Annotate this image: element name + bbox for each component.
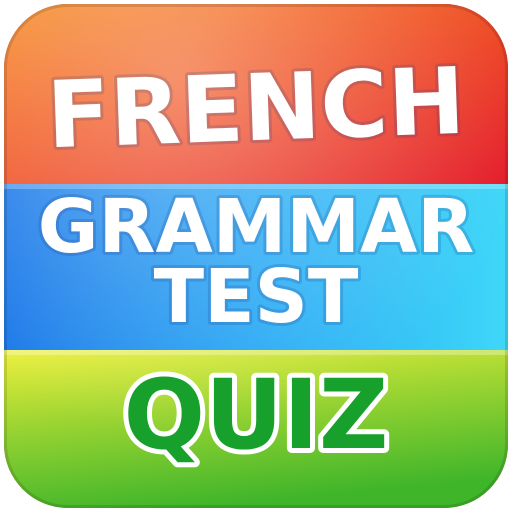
title-test: TEST <box>154 254 359 340</box>
title-french: FRENCH <box>45 48 467 170</box>
app-icon: FRENCH GRAMMAR TEST QUIZ <box>0 0 512 512</box>
app-icon-artwork: FRENCH GRAMMAR TEST QUIZ <box>4 4 508 508</box>
title-quiz: QUIZ <box>124 359 389 471</box>
